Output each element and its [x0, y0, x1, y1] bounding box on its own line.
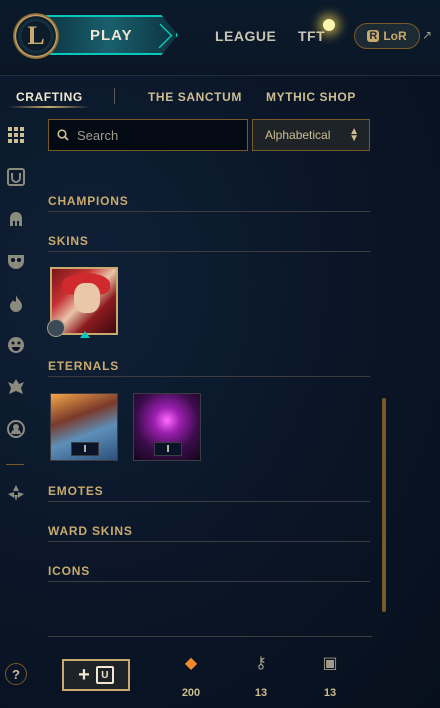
footer-divider — [48, 636, 372, 637]
section-champions[interactable]: CHAMPIONS — [48, 192, 370, 212]
chest-icon[interactable] — [4, 165, 28, 189]
rarity-gem-icon — [80, 331, 90, 338]
plus-icon: + — [78, 664, 90, 686]
search-box[interactable] — [48, 119, 248, 151]
help-button[interactable]: ? — [5, 663, 27, 685]
chest-icon: ▣ — [322, 655, 338, 672]
play-button[interactable]: PLAY — [40, 15, 178, 55]
section-skins[interactable]: SKINS — [48, 232, 370, 252]
loot-arrow-icon[interactable] — [4, 481, 28, 505]
orange-essence-value: 200 — [181, 687, 201, 699]
section-ward-skins[interactable]: WARD SKINS — [48, 522, 370, 542]
eternal-tile[interactable]: I — [50, 393, 118, 461]
search-input[interactable] — [77, 127, 227, 143]
subnav-divider — [114, 88, 115, 104]
key-icon: ⚷ — [255, 655, 267, 672]
top-bar: PLAY L LEAGUE TFT R LoR ↗ — [0, 0, 440, 76]
chest-counter: ▣ 13 — [310, 655, 350, 699]
sidebar-divider — [6, 464, 24, 465]
notification-glow-icon — [323, 19, 335, 31]
ward-icon[interactable] — [4, 375, 28, 399]
lor-label: LoR — [383, 29, 407, 43]
orange-essence-icon: ◆ — [184, 655, 198, 672]
external-link-icon: ↗ — [422, 28, 433, 42]
flame-icon[interactable] — [4, 291, 28, 315]
lor-button[interactable]: R LoR — [354, 23, 420, 49]
eternal-series-badge: I — [154, 442, 182, 456]
add-chest-button[interactable]: + U — [62, 659, 130, 691]
emote-face-icon[interactable] — [4, 333, 28, 357]
eternal-series-badge: I — [71, 442, 99, 456]
sort-chevron-icon: ▲ ▼ — [349, 126, 359, 144]
section-eternals[interactable]: ETERNALS — [48, 357, 370, 377]
chest-icon: U — [95, 666, 114, 684]
skin-shard-emblem-icon — [47, 319, 65, 337]
lor-icon: R — [367, 30, 380, 42]
helmet-icon[interactable] — [4, 207, 28, 231]
tab-the-sanctum[interactable]: THE SANCTUM — [148, 90, 242, 104]
key-counter: ⚷ 13 — [241, 655, 281, 699]
tab-mythic-shop[interactable]: MYTHIC SHOP — [266, 90, 356, 104]
skin-art-face — [74, 283, 100, 313]
profile-icon[interactable] — [4, 417, 28, 441]
nav-league[interactable]: LEAGUE — [215, 28, 276, 44]
grid-icon[interactable] — [4, 123, 28, 147]
tab-crafting[interactable]: CRAFTING — [16, 90, 83, 104]
orange-essence-counter: ◆ 200 — [171, 655, 211, 699]
section-emotes-label: EMOTES — [48, 484, 104, 498]
key-value: 13 — [254, 687, 268, 699]
active-tab-underline — [8, 106, 90, 108]
chest-value: 13 — [323, 687, 337, 699]
section-champions-label: CHAMPIONS — [48, 194, 129, 208]
sort-selected-label: Alphabetical — [265, 128, 331, 142]
nav-tft[interactable]: TFT — [298, 28, 325, 44]
section-emotes[interactable]: EMOTES — [48, 482, 370, 502]
section-icons[interactable]: ICONS — [48, 562, 370, 582]
section-eternals-label: ETERNALS — [48, 359, 120, 373]
section-ward-skins-label: WARD SKINS — [48, 524, 133, 538]
logo-letter: L — [27, 21, 45, 50]
league-logo-icon[interactable]: L — [13, 13, 59, 59]
scrollbar[interactable] — [382, 398, 386, 612]
mask-icon[interactable] — [4, 249, 28, 273]
section-icons-label: ICONS — [48, 564, 91, 578]
sort-dropdown[interactable]: Alphabetical ▲ ▼ — [252, 119, 370, 151]
eternal-tile[interactable]: I — [133, 393, 201, 461]
loot-subnav: CRAFTING THE SANCTUM MYTHIC SHOP — [0, 76, 440, 112]
section-skins-label: SKINS — [48, 234, 89, 248]
search-icon — [57, 129, 69, 141]
play-button-label: PLAY — [90, 26, 133, 44]
